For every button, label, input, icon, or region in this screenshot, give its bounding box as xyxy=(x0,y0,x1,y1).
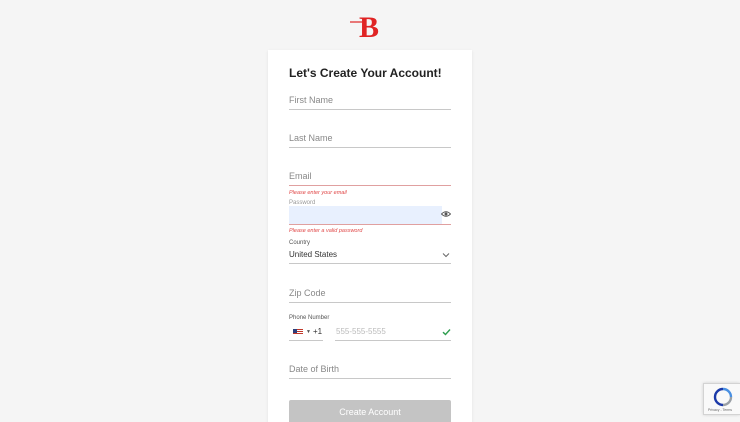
country-code: +1 xyxy=(313,327,323,336)
recaptcha-badge[interactable]: Privacy - Terms xyxy=(703,383,740,415)
first-name-placeholder: First Name xyxy=(289,95,334,105)
zip-code-field[interactable]: Zip Code xyxy=(289,287,451,303)
email-placeholder: Email xyxy=(289,171,312,181)
caret-down-icon: ▼ xyxy=(306,329,311,335)
email-field[interactable]: Email xyxy=(289,170,451,186)
first-name-field[interactable]: First Name xyxy=(289,94,451,110)
brand-logo[interactable]: B xyxy=(348,8,388,42)
password-error: Please enter a valid password xyxy=(289,228,363,234)
phone-label: Phone Number xyxy=(289,315,330,321)
country-select[interactable]: United States xyxy=(289,248,451,264)
country-code-select[interactable]: ▼ +1 xyxy=(289,326,323,341)
recaptcha-links[interactable]: Privacy - Terms xyxy=(708,408,732,412)
logo-letter: B xyxy=(359,11,379,42)
signup-card: Let's Create Your Account! First Name La… xyxy=(268,50,472,422)
date-of-birth-field[interactable]: Date of Birth xyxy=(289,363,451,379)
create-account-button[interactable]: Create Account xyxy=(289,400,451,422)
date-of-birth-placeholder: Date of Birth xyxy=(289,364,340,374)
chevron-down-icon xyxy=(442,253,450,258)
zip-code-placeholder: Zip Code xyxy=(289,288,326,298)
last-name-field[interactable]: Last Name xyxy=(289,132,451,148)
country-value: United States xyxy=(289,250,338,259)
email-error: Please enter your email xyxy=(289,190,347,196)
check-icon xyxy=(442,329,451,336)
phone-placeholder: 555-555-5555 xyxy=(336,327,386,336)
password-underline xyxy=(289,206,451,225)
us-flag-icon xyxy=(293,329,303,335)
recaptcha-icon xyxy=(713,387,733,407)
page-title: Let's Create Your Account! xyxy=(289,66,442,80)
eye-icon[interactable] xyxy=(441,210,451,218)
phone-number-input[interactable]: 555-555-5555 xyxy=(335,326,451,341)
last-name-placeholder: Last Name xyxy=(289,133,333,143)
page: B Let's Create Your Account! First Name … xyxy=(0,0,740,422)
country-label: Country xyxy=(289,240,311,246)
